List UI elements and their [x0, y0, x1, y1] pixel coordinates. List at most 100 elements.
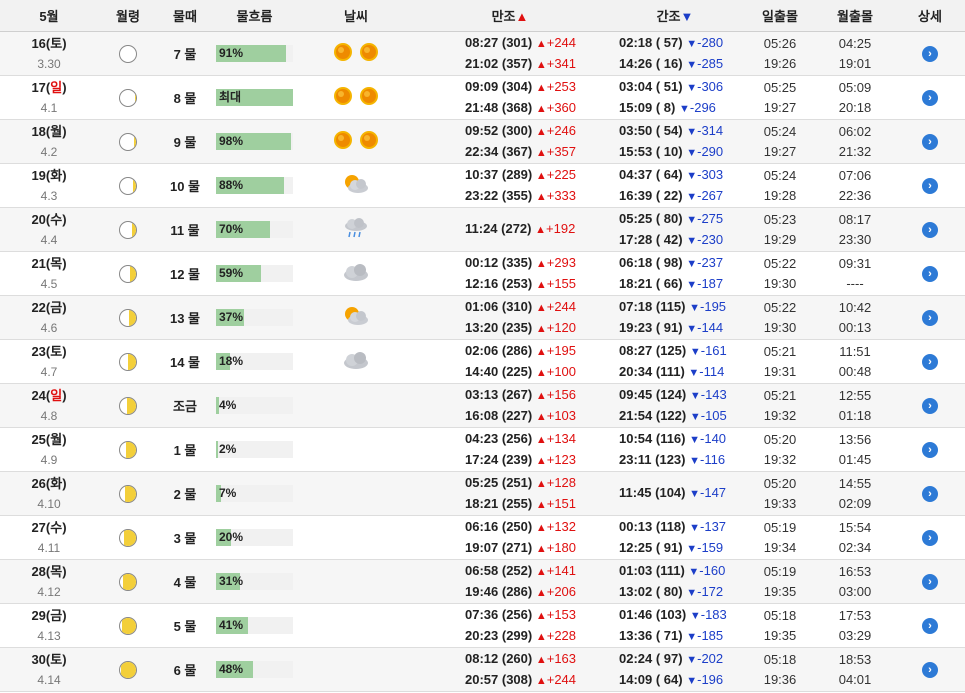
day-of-week: 토: [50, 35, 63, 51]
date-cell: 28(목) 4.12: [0, 559, 98, 604]
up-triangle-icon: ▲: [535, 433, 547, 446]
lunar-date: 4.2: [40, 144, 58, 159]
date-cell: 25(월) 4.9: [0, 427, 98, 472]
high-tide-time: 10:37 (289): [465, 166, 533, 182]
sunrise-sunset-cell: 05:22 19:30: [745, 295, 815, 340]
detail-arrow-button[interactable]: ›: [922, 90, 938, 106]
up-triangle-icon: ▲: [535, 565, 547, 578]
flow-label: 7%: [219, 486, 237, 500]
down-triangle-icon: ▼: [686, 257, 698, 270]
tide-period-cell: 5 물: [158, 603, 212, 648]
low-tide-change: ▼-195: [689, 299, 726, 314]
high-tide-cell: 01:06 (310) ▲+244 13:20 (235) ▲+120: [415, 295, 605, 340]
detail-arrow-button[interactable]: ›: [922, 618, 938, 634]
low-tide-change: ▼-183: [690, 607, 727, 622]
high-tide-delta: +155: [546, 275, 577, 291]
tide-period: 11 물: [170, 223, 200, 238]
low-tide-entry: 17:28 ( 42) ▼-230: [619, 230, 745, 251]
low-tide-time: 23:11 (123): [619, 451, 686, 467]
high-tide-change: ▲+153: [536, 607, 576, 622]
day-number: 30: [31, 651, 46, 667]
moon-phase-cell: [98, 427, 158, 472]
solar-date: 18(월): [31, 123, 67, 139]
low-tide-entry: 02:24 ( 97) ▼-202: [619, 649, 745, 670]
high-tide-time: 22:34 (367): [465, 143, 533, 159]
detail-arrow-button[interactable]: ›: [922, 310, 938, 326]
detail-arrow-button[interactable]: ›: [922, 178, 938, 194]
high-tide-change: ▲+341: [536, 56, 576, 71]
high-tide-delta: +100: [546, 363, 577, 379]
low-tide-entry: 00:13 (118) ▼-137: [619, 517, 745, 538]
header-tide-period: 물때: [158, 0, 212, 32]
high-tide-time: 21:02 (357): [465, 55, 533, 71]
low-tide-time: 07:18 (115): [619, 298, 686, 314]
low-tide-entry: 12:25 ( 91) ▼-159: [619, 538, 745, 559]
detail-arrow-button[interactable]: ›: [922, 530, 938, 546]
high-tide-time: 13:20 (235): [465, 319, 533, 335]
detail-arrow-button[interactable]: ›: [922, 222, 938, 238]
up-triangle-icon: ▲: [535, 586, 547, 599]
lunar-date: 4.5: [40, 276, 58, 291]
moon-phase-cell: [98, 339, 158, 384]
down-triangle-icon: ▼: [686, 125, 698, 138]
solar-date: 30(토): [31, 651, 67, 667]
high-tide-delta: +132: [546, 518, 577, 534]
sunrise-time: 05:18: [763, 651, 797, 667]
detail-arrow-button[interactable]: ›: [922, 354, 938, 370]
detail-arrow-button[interactable]: ›: [922, 134, 938, 150]
high-tide-delta: +244: [546, 298, 577, 314]
weather-cell: [297, 427, 415, 472]
moon-phase-cell: [98, 471, 158, 516]
tide-period-cell: 14 물: [158, 339, 212, 384]
detail-arrow-button[interactable]: ›: [922, 442, 938, 458]
flow-label: 91%: [219, 46, 244, 60]
moonset-time: 23:30: [838, 231, 872, 247]
low-tide-time: 19:23 ( 91): [619, 319, 683, 335]
high-tide-delta: +180: [546, 539, 577, 555]
low-tide-change: ▼-105: [690, 408, 727, 423]
high-tide-change: ▲+163: [536, 651, 576, 666]
day-number: 22: [31, 299, 46, 315]
detail-cell: ›: [895, 163, 965, 208]
header-low-tide[interactable]: 간조▼: [605, 0, 745, 32]
weather-cell: [297, 75, 415, 120]
low-tide-time: 10:54 (116): [619, 430, 686, 446]
low-tide-delta: -202: [697, 650, 724, 666]
sunrise-time: 05:24: [763, 123, 797, 139]
up-triangle-icon: ▲: [535, 58, 547, 71]
moonset-time: 03:00: [838, 583, 872, 599]
moonrise-time: 05:09: [838, 79, 872, 95]
high-tide-time: 12:16 (253): [465, 275, 533, 291]
high-tide-change: ▲+195: [536, 343, 576, 358]
weather-cell: [297, 603, 415, 648]
tide-period-cell: 7 물: [158, 31, 212, 76]
tide-period-cell: 11 물: [158, 207, 212, 252]
low-tide-delta: -172: [697, 583, 724, 599]
sunrise-time: 05:19: [763, 563, 797, 579]
header-high-tide[interactable]: 만조▲: [415, 0, 605, 32]
detail-arrow-button[interactable]: ›: [922, 398, 938, 414]
sunrise-sunset-cell: 05:20 19:32: [745, 427, 815, 472]
detail-cell: ›: [895, 295, 965, 340]
high-tide-entry: 01:06 (310) ▲+244: [465, 297, 605, 318]
moonset-time: 00:13: [838, 319, 872, 335]
day-number: 24: [31, 387, 46, 403]
detail-arrow-button[interactable]: ›: [922, 266, 938, 282]
weather-cell: [297, 295, 415, 340]
tide-row: 23(토) 4.7 14 물 18% 02:06 (286) ▲+195 14:40 (2…: [0, 339, 965, 384]
detail-arrow-button[interactable]: ›: [922, 486, 938, 502]
sunset-time: 19:36: [763, 671, 797, 687]
detail-arrow-button[interactable]: ›: [922, 662, 938, 678]
low-tide-entry: 04:37 ( 64) ▼-303: [619, 165, 745, 186]
low-tide-cell: 09:45 (124) ▼-143 21:54 (122) ▼-105: [605, 383, 745, 428]
high-tide-change: ▲+155: [536, 276, 576, 291]
high-tide-delta: +244: [546, 34, 577, 50]
lunar-date: 4.10: [37, 496, 61, 511]
moon-phase-cell: [98, 295, 158, 340]
detail-arrow-button[interactable]: ›: [922, 46, 938, 62]
low-tide-delta: -137: [700, 518, 727, 534]
detail-arrow-button[interactable]: ›: [922, 574, 938, 590]
flow-label: 2%: [219, 442, 237, 456]
sunset-time: 19:30: [763, 275, 797, 291]
low-tide-entry: 14:09 ( 64) ▼-196: [619, 670, 745, 691]
